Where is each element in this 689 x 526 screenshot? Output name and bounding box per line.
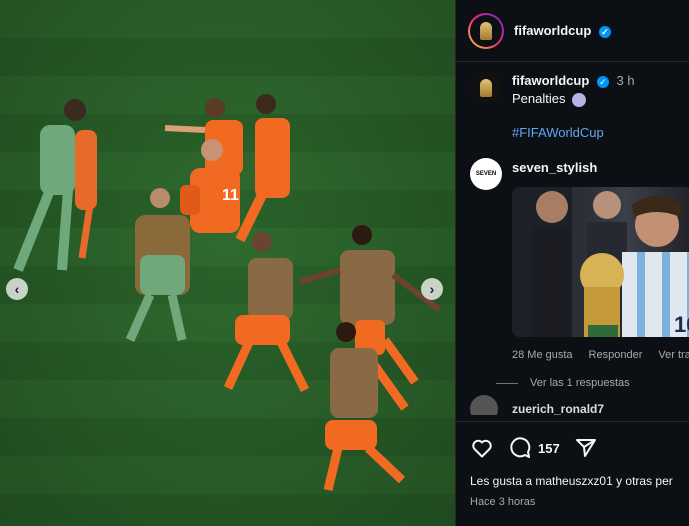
author-username-text[interactable]: fifaworldcup — [514, 23, 591, 38]
bib-player-1 — [223, 232, 310, 393]
heart-icon[interactable] — [470, 436, 494, 460]
share-icon[interactable] — [574, 436, 598, 460]
reply-button[interactable]: Responder — [589, 349, 643, 361]
caption-avatar[interactable] — [470, 72, 502, 104]
orange-player-2 — [235, 94, 290, 243]
svg-text:10: 10 — [674, 312, 689, 337]
comment-item-partial: zuerich_ronald7 — [456, 389, 689, 415]
verified-icon: ✓ — [596, 75, 609, 88]
comment-icon[interactable] — [508, 436, 532, 460]
goalkeeper-figure — [13, 99, 97, 272]
liked-by-text[interactable]: Les gusta a matheuszxz01 y otras per — [470, 474, 676, 488]
author-username[interactable]: fifaworldcup ✓ — [514, 23, 611, 38]
caption-time[interactable]: 3 h — [617, 73, 635, 88]
caption-text: Penalties — [512, 91, 566, 106]
celebration-photo: 11 — [13, 94, 442, 492]
translate-button[interactable]: Ver tra — [658, 349, 689, 361]
commenter-username[interactable]: zuerich_ronald7 — [512, 402, 604, 415]
post-footer: 157 Les gusta a matheuszxz01 y otras per… — [456, 421, 689, 526]
verified-icon: ✓ — [598, 25, 611, 38]
post-sidebar: fifaworldcup ✓ fifaworldcup ✓ 3 h Penalt… — [455, 0, 689, 526]
ghost-emoji-icon — [572, 92, 587, 107]
orange-player-1 — [164, 98, 243, 175]
trophy-logo — [480, 21, 492, 40]
caption-username[interactable]: fifaworldcup — [512, 73, 589, 88]
caption: fifaworldcup ✓ 3 h Penalties #FIFAWorldC… — [456, 62, 689, 142]
post-header: fifaworldcup ✓ — [456, 0, 689, 62]
carousel-prev-button[interactable]: ‹ — [6, 278, 28, 300]
author-avatar[interactable] — [468, 13, 504, 49]
comment-likes[interactable]: 28 Me gusta — [512, 349, 573, 361]
comment-count: 157 — [538, 440, 560, 456]
commenter-username[interactable]: seven_stylish — [512, 160, 689, 175]
trophy-logo — [480, 79, 492, 97]
commenter-avatar[interactable]: SEVEN — [470, 158, 502, 190]
view-replies-label[interactable]: Ver las 1 respuestas — [530, 377, 630, 389]
comment-image[interactable]: 10 — [512, 187, 689, 337]
comment-item: SEVEN seven_stylish 10 — [456, 148, 689, 361]
commenter-avatar[interactable] — [470, 395, 498, 415]
svg-text:11: 11 — [222, 187, 239, 204]
post-timestamp: Hace 3 horas — [470, 496, 536, 508]
messi-trophy-image: 10 — [512, 187, 689, 337]
post-media[interactable]: 11 ‹ › — [0, 0, 455, 526]
hashtag-link[interactable]: #FIFAWorldCup — [512, 124, 635, 142]
view-replies-button[interactable]: Ver las 1 respuestas — [496, 377, 689, 389]
carousel-next-button[interactable]: › — [421, 278, 443, 300]
